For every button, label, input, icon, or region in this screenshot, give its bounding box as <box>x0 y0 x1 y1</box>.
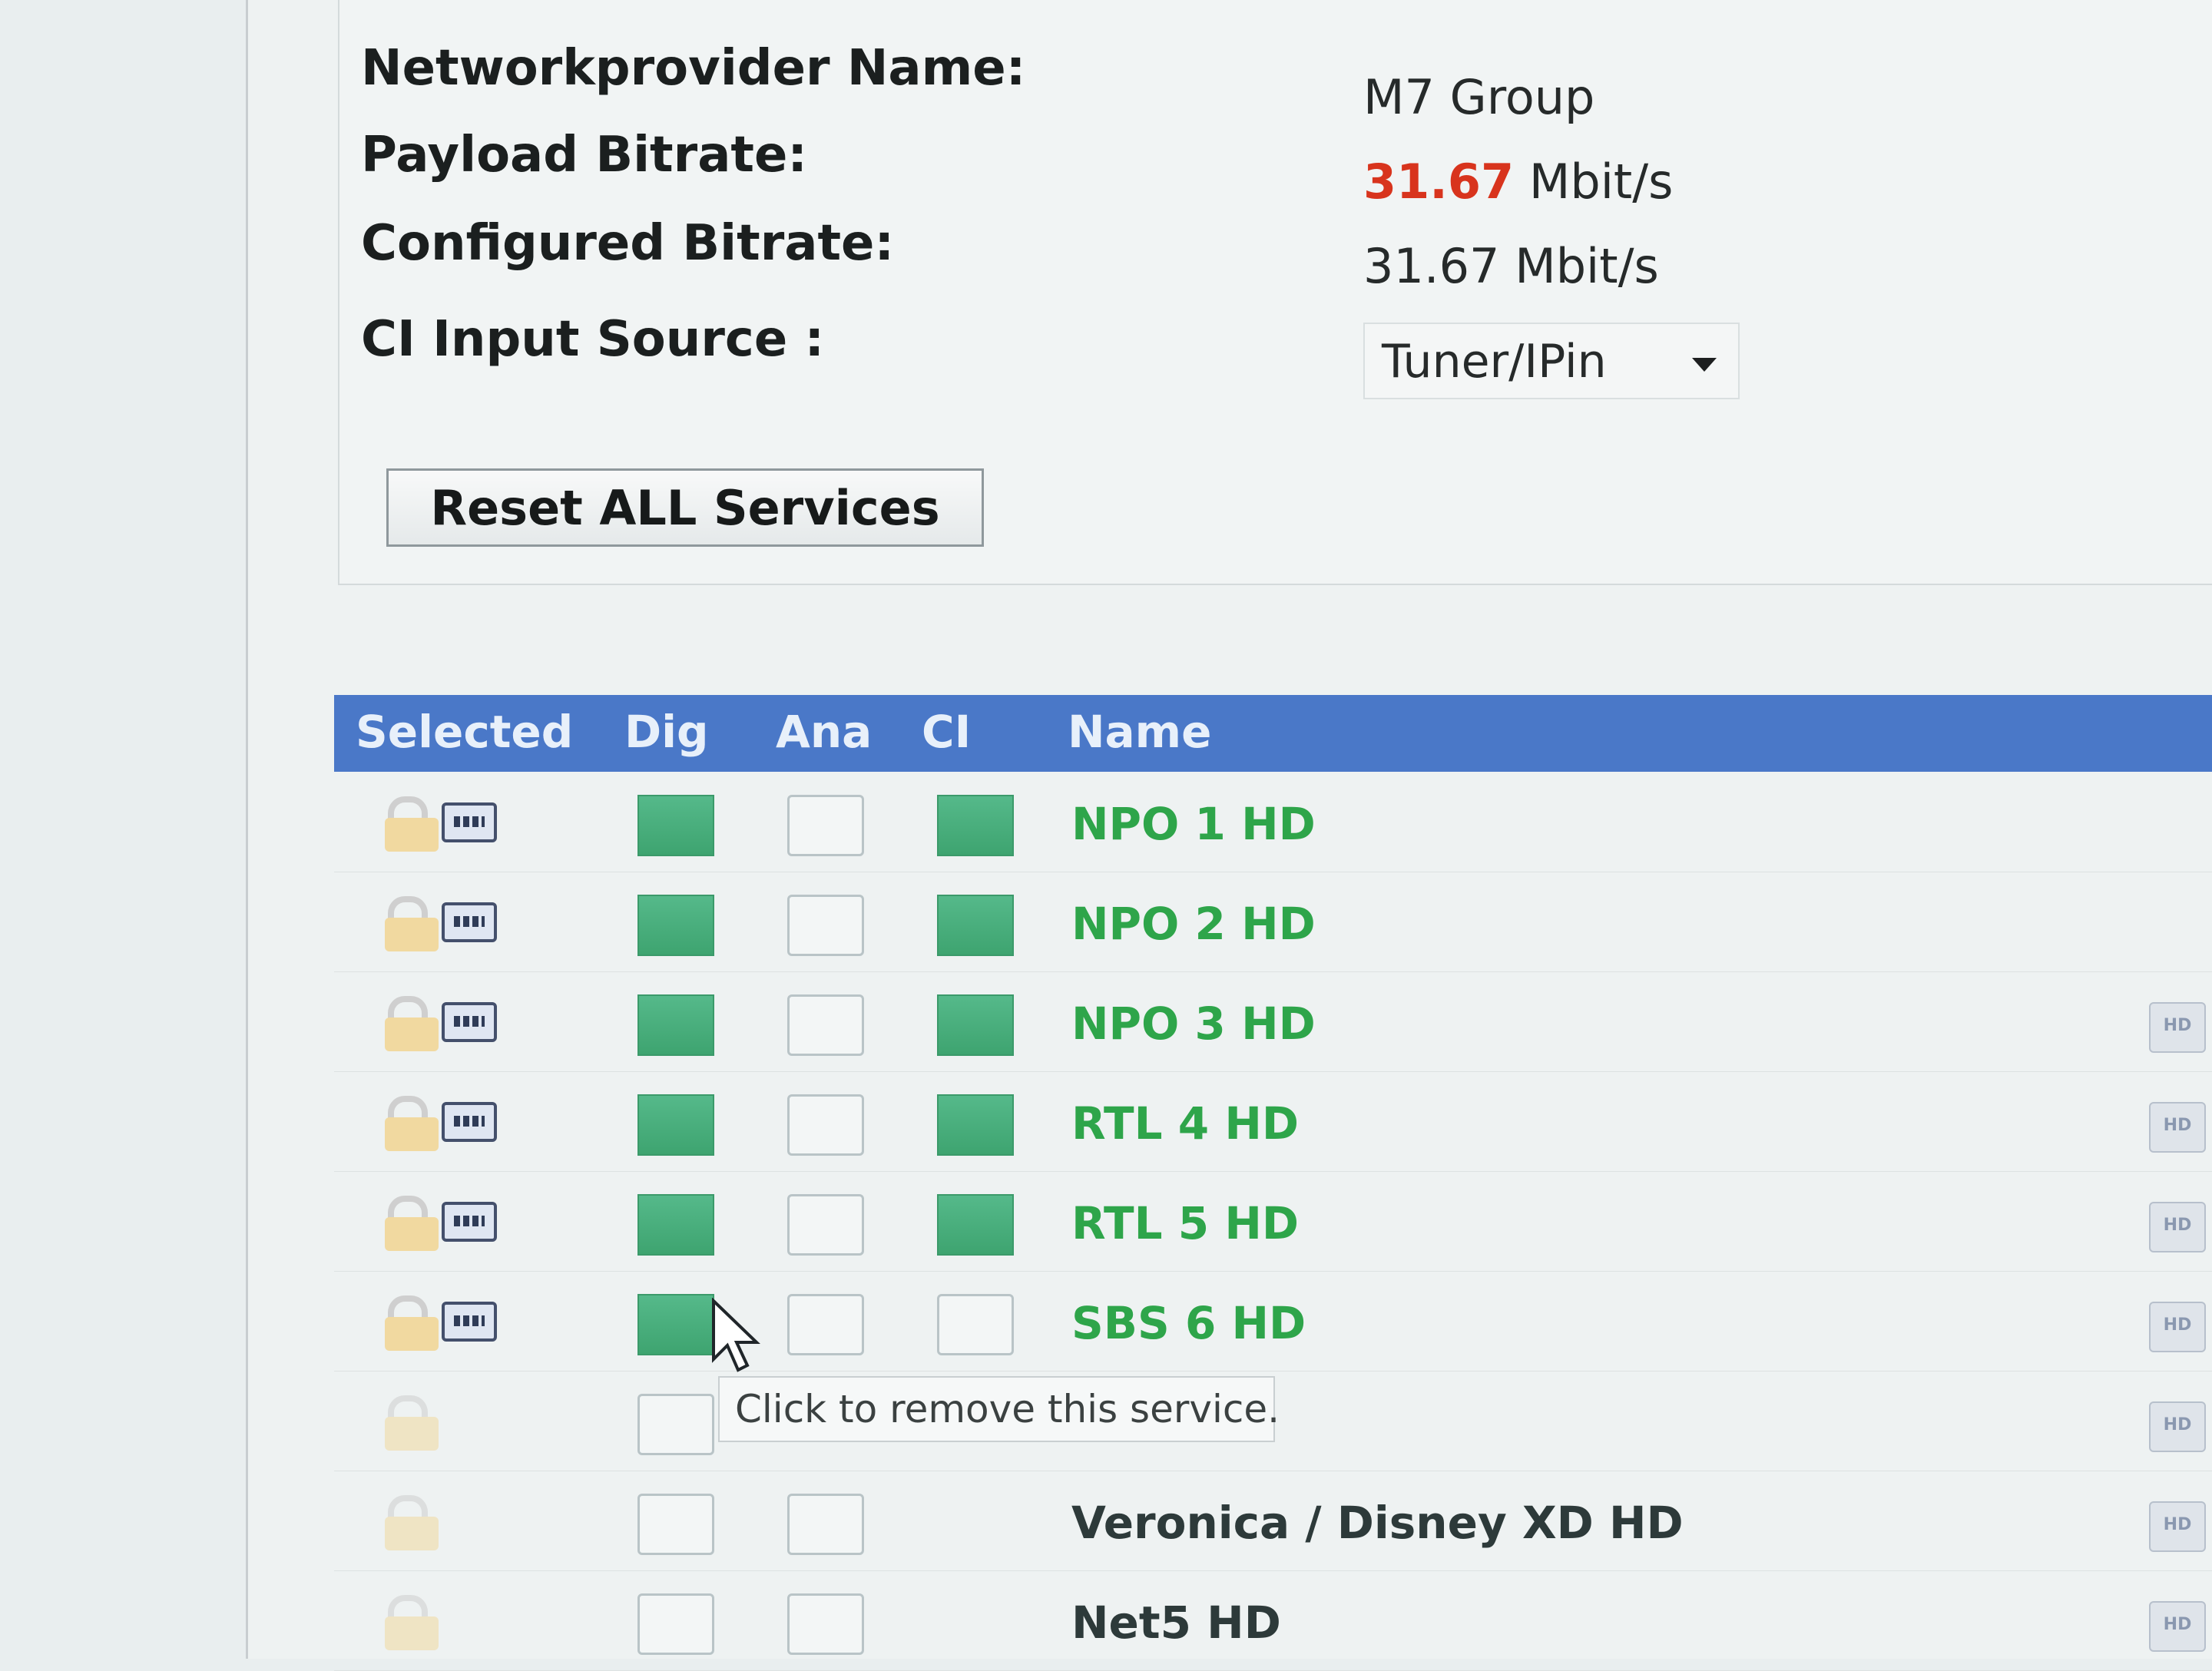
lock-icon <box>380 1495 442 1550</box>
lock-icon <box>380 996 442 1051</box>
dig-checkbox[interactable] <box>637 1394 714 1455</box>
table-row[interactable]: Net5 HD HD <box>334 1570 2212 1671</box>
table-row[interactable]: RTL 5 HD HD <box>334 1171 2212 1272</box>
configured-value: 31.67 Mbit/s <box>1363 238 1659 294</box>
dig-checkbox[interactable] <box>637 1593 714 1655</box>
lock-icon <box>380 1395 442 1451</box>
ana-checkbox[interactable] <box>787 1593 864 1655</box>
ci-input-label: CI Input Source : <box>361 311 825 368</box>
services-table-header: Selected Dig Ana CI Name <box>334 695 2212 772</box>
service-name: Veronica / Disney XD HD <box>1071 1497 1684 1549</box>
table-row[interactable]: NPO 1 HD <box>334 772 2212 872</box>
table-row[interactable]: SBS 6 HD HD <box>334 1271 2212 1372</box>
lock-icon <box>380 1295 442 1351</box>
hd-badge-icon: HD <box>2149 1401 2206 1452</box>
dropdown-arrow-icon <box>1692 358 1717 372</box>
table-row[interactable]: NPO 3 HD HD <box>334 971 2212 1072</box>
lock-icon <box>380 1196 442 1251</box>
dig-checkbox[interactable] <box>637 1494 714 1555</box>
ci-module-icon[interactable] <box>442 1202 497 1242</box>
hd-badge-icon: HD <box>2149 1202 2206 1252</box>
ci-input-select[interactable]: Tuner/IPin <box>1363 323 1740 399</box>
ci-module-icon[interactable] <box>442 902 497 942</box>
lock-icon <box>380 796 442 852</box>
ana-checkbox[interactable] <box>787 1294 864 1355</box>
hd-badge-icon: HD <box>2149 1601 2206 1652</box>
ci-checkbox[interactable] <box>937 1194 1014 1256</box>
header-dig[interactable]: Dig <box>624 706 709 758</box>
dig-checkbox[interactable] <box>637 1094 714 1156</box>
mouse-cursor-icon <box>712 1298 760 1372</box>
dig-checkbox[interactable] <box>637 1294 714 1355</box>
table-row[interactable]: Veronica / Disney XD HD HD <box>334 1471 2212 1571</box>
ci-module-icon[interactable] <box>442 802 497 842</box>
dig-checkbox[interactable] <box>637 795 714 856</box>
selected-cell[interactable] <box>380 1291 518 1352</box>
selected-cell[interactable] <box>380 892 518 953</box>
service-name: NPO 2 HD <box>1071 898 1316 950</box>
ana-checkbox[interactable] <box>787 895 864 956</box>
selected-cell[interactable] <box>380 1491 518 1552</box>
selected-cell[interactable] <box>380 1391 518 1452</box>
dig-checkbox[interactable] <box>637 1194 714 1256</box>
selected-cell[interactable] <box>380 792 518 853</box>
service-name: Net5 HD <box>1071 1597 1281 1649</box>
ci-module-icon[interactable] <box>442 1102 497 1142</box>
selected-cell[interactable] <box>380 991 518 1053</box>
service-name: SBS 6 HD <box>1071 1297 1306 1349</box>
selected-cell[interactable] <box>380 1091 518 1153</box>
payload-number: 31.67 <box>1363 154 1515 210</box>
service-name: NPO 3 HD <box>1071 998 1316 1050</box>
payload-label: Payload Bitrate: <box>361 127 807 184</box>
ci-checkbox[interactable] <box>937 895 1014 956</box>
table-row[interactable]: NPO 2 HD <box>334 872 2212 972</box>
selected-cell[interactable] <box>380 1191 518 1252</box>
dig-checkbox[interactable] <box>637 994 714 1056</box>
header-ana[interactable]: Ana <box>776 706 872 758</box>
service-name: RTL 4 HD <box>1071 1097 1300 1150</box>
ci-checkbox[interactable] <box>937 795 1014 856</box>
configured-label: Configured Bitrate: <box>361 215 895 272</box>
selected-cell[interactable] <box>380 1590 518 1652</box>
reset-all-services-button[interactable]: Reset ALL Services <box>386 468 984 547</box>
ci-input-value: Tuner/IPin <box>1382 335 1607 389</box>
hd-badge-icon: HD <box>2149 1302 2206 1352</box>
dig-checkbox[interactable] <box>637 895 714 956</box>
ci-checkbox[interactable] <box>937 1094 1014 1156</box>
ci-checkbox[interactable] <box>937 994 1014 1056</box>
hd-badge-icon: HD <box>2149 1002 2206 1053</box>
hd-badge-icon: HD <box>2149 1102 2206 1153</box>
provider-value: M7 Group <box>1363 69 1595 125</box>
service-name: NPO 1 HD <box>1071 798 1316 850</box>
ana-checkbox[interactable] <box>787 1094 864 1156</box>
lock-icon <box>380 896 442 951</box>
header-selected[interactable]: Selected <box>356 706 573 758</box>
remove-service-tooltip: Click to remove this service. <box>718 1376 1280 1442</box>
ana-checkbox[interactable] <box>787 1494 864 1555</box>
ci-checkbox[interactable] <box>937 1294 1014 1355</box>
table-row[interactable]: RTL 4 HD HD <box>334 1071 2212 1172</box>
ana-checkbox[interactable] <box>787 994 864 1056</box>
ana-checkbox[interactable] <box>787 795 864 856</box>
header-name[interactable]: Name <box>1068 706 1211 758</box>
payload-unit: Mbit/s <box>1528 154 1674 210</box>
provider-label: Networkprovider Name: <box>361 40 1026 97</box>
ana-checkbox[interactable] <box>787 1194 864 1256</box>
ci-module-icon[interactable] <box>442 1302 497 1342</box>
lock-icon <box>380 1595 442 1650</box>
payload-value: 31.67 Mbit/s <box>1363 154 1673 210</box>
ci-module-icon[interactable] <box>442 1002 497 1042</box>
lock-icon <box>380 1096 442 1151</box>
service-name: RTL 5 HD <box>1071 1197 1300 1249</box>
hd-badge-icon: HD <box>2149 1501 2206 1552</box>
header-ci[interactable]: CI <box>922 706 971 758</box>
